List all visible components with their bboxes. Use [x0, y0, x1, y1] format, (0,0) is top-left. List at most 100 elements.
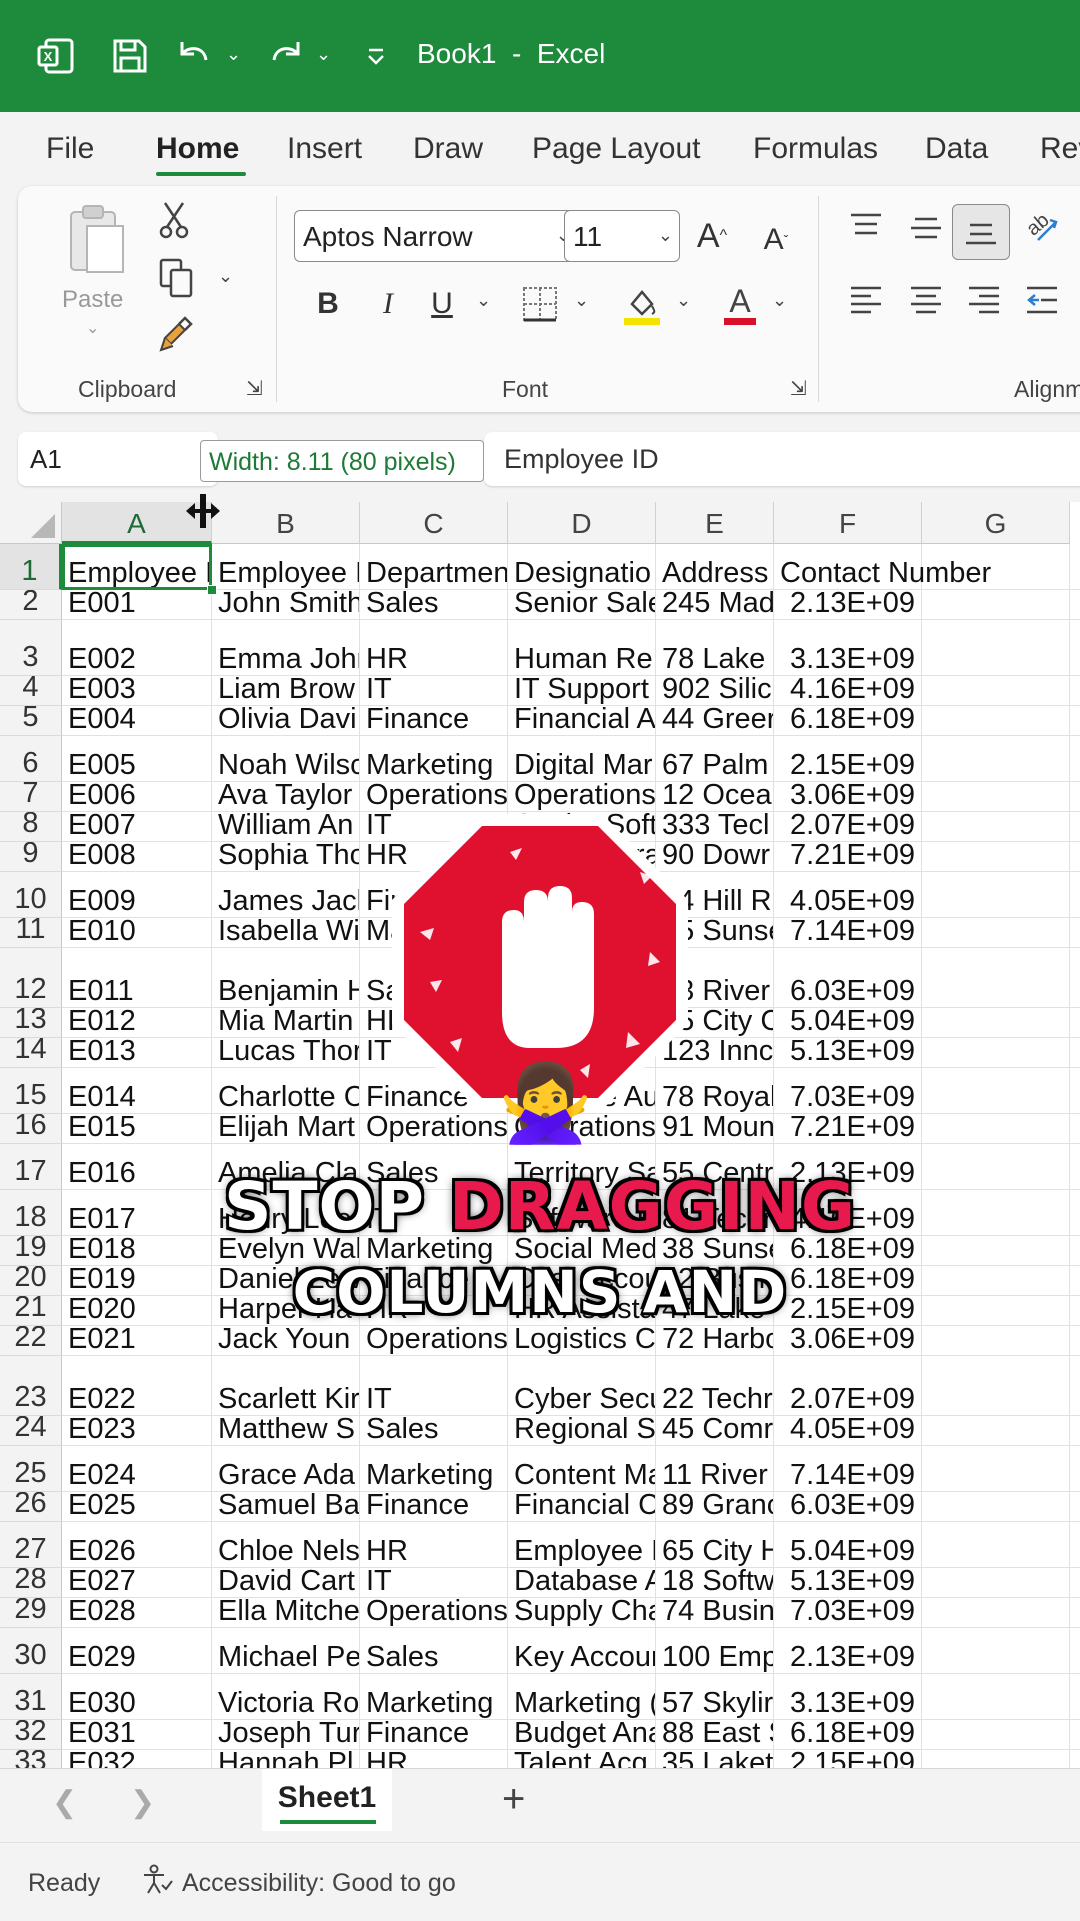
column-header-f[interactable]: F — [774, 502, 922, 544]
table-cell[interactable] — [922, 1114, 1070, 1143]
format-painter-icon[interactable] — [154, 312, 198, 356]
table-cell[interactable]: 2.15E+09 — [774, 1750, 922, 1768]
row-header[interactable]: 5 — [0, 706, 62, 736]
row-header[interactable]: 4 — [0, 676, 62, 706]
borders-icon[interactable] — [518, 282, 562, 326]
table-cell[interactable]: HR — [360, 620, 508, 675]
table-cell[interactable]: E013 — [62, 1038, 212, 1067]
table-cell[interactable]: 2.15E+09 — [774, 736, 922, 781]
table-cell[interactable]: E024 — [62, 1446, 212, 1491]
table-cell[interactable]: E025 — [62, 1492, 212, 1521]
table-cell[interactable]: Isabella Wi — [212, 918, 360, 947]
table-cell[interactable]: 6.03E+09 — [774, 1492, 922, 1521]
table-cell[interactable]: Finance — [360, 706, 508, 735]
table-cell[interactable]: E030 — [62, 1674, 212, 1719]
table-cell[interactable]: E010 — [62, 918, 212, 947]
table-cell[interactable]: Elijah Mart — [212, 1114, 360, 1143]
row-header[interactable]: 26 — [0, 1492, 62, 1522]
table-cell[interactable]: 22 Techr — [656, 1356, 774, 1415]
table-cell[interactable]: E009 — [62, 872, 212, 917]
column-header-c[interactable]: C — [360, 502, 508, 544]
row-header[interactable]: 2 — [0, 590, 62, 620]
table-cell[interactable]: Employee I — [508, 1522, 656, 1567]
table-cell[interactable] — [922, 1720, 1070, 1749]
top-align-icon[interactable] — [844, 206, 888, 246]
row-header[interactable]: 8 — [0, 812, 62, 842]
borders-dropdown-icon[interactable]: ⌄ — [574, 290, 589, 311]
table-cell[interactable] — [922, 812, 1070, 841]
table-cell[interactable]: John Smith — [212, 590, 360, 619]
table-cell[interactable] — [922, 782, 1070, 811]
table-cell[interactable]: Victoria Ro — [212, 1674, 360, 1719]
table-cell[interactable]: Emma Johr — [212, 620, 360, 675]
table-cell[interactable]: Financial A — [508, 706, 656, 735]
table-cell[interactable]: 2.07E+09 — [774, 812, 922, 841]
table-cell[interactable]: Samuel Ba — [212, 1492, 360, 1521]
tab-home[interactable]: Home — [156, 132, 239, 166]
table-cell[interactable] — [922, 706, 1070, 735]
table-cell[interactable]: 57 Skylir — [656, 1674, 774, 1719]
table-cell[interactable]: Operations — [360, 1326, 508, 1355]
table-cell[interactable]: 2.13E+09 — [774, 1628, 922, 1673]
header-cell[interactable]: Address — [656, 544, 774, 589]
table-cell[interactable]: 7.21E+09 — [774, 842, 922, 871]
table-cell[interactable]: E001 — [62, 590, 212, 619]
row-header[interactable]: 9 — [0, 842, 62, 872]
table-cell[interactable]: 245 Mad — [656, 590, 774, 619]
table-cell[interactable]: Operations — [360, 1114, 508, 1143]
table-cell[interactable]: Digital Mar — [508, 736, 656, 781]
row-header[interactable]: 7 — [0, 782, 62, 812]
table-cell[interactable]: E028 — [62, 1598, 212, 1627]
table-cell[interactable]: 3.13E+09 — [774, 1674, 922, 1719]
table-cell[interactable] — [922, 1750, 1070, 1768]
table-cell[interactable]: E022 — [62, 1356, 212, 1415]
table-cell[interactable]: Charlotte C — [212, 1068, 360, 1113]
row-header[interactable]: 14 — [0, 1038, 62, 1068]
row-header[interactable]: 16 — [0, 1114, 62, 1144]
table-cell[interactable]: 7.14E+09 — [774, 918, 922, 947]
table-cell[interactable]: 18 Softw — [656, 1568, 774, 1597]
table-cell[interactable]: Marketing — [360, 1674, 508, 1719]
undo-icon[interactable] — [172, 34, 216, 78]
font-name-combo[interactable]: Aptos Narrow ⌄ — [294, 210, 578, 262]
bottom-align-icon[interactable] — [952, 204, 1010, 260]
table-cell[interactable]: Finance — [360, 1492, 508, 1521]
row-header[interactable]: 11 — [0, 918, 62, 948]
row-header[interactable]: 10 — [0, 872, 62, 918]
font-size-combo[interactable]: 11 ⌄ — [564, 210, 680, 262]
table-cell[interactable] — [922, 918, 1070, 947]
header-cell[interactable]: Designatio — [508, 544, 656, 589]
paste-icon[interactable] — [62, 200, 132, 280]
header-cell[interactable]: Employee I — [62, 544, 212, 589]
table-cell[interactable]: E014 — [62, 1068, 212, 1113]
save-icon[interactable] — [108, 34, 152, 78]
fill-color-icon[interactable] — [620, 280, 664, 328]
tab-formulas[interactable]: Formulas — [753, 132, 878, 166]
table-cell[interactable]: 65 City H — [656, 1522, 774, 1567]
header-cell[interactable]: Employee I — [212, 544, 360, 589]
italic-icon[interactable]: I — [368, 282, 408, 326]
table-cell[interactable]: Ella Mitche — [212, 1598, 360, 1627]
table-cell[interactable]: Liam Brow — [212, 676, 360, 705]
tab-draw[interactable]: Draw — [413, 132, 483, 166]
table-cell[interactable]: 6.03E+09 — [774, 948, 922, 1007]
table-cell[interactable]: Database A — [508, 1568, 656, 1597]
table-cell[interactable] — [922, 1416, 1070, 1445]
table-cell[interactable]: Operations — [360, 1598, 508, 1627]
cut-icon[interactable] — [154, 200, 194, 240]
table-cell[interactable] — [922, 620, 1070, 675]
column-header-b[interactable]: B — [212, 502, 360, 544]
table-cell[interactable]: 5.13E+09 — [774, 1568, 922, 1597]
table-cell[interactable]: 5.04E+09 — [774, 1008, 922, 1037]
row-header[interactable]: 27 — [0, 1522, 62, 1568]
table-cell[interactable]: 3.06E+09 — [774, 1326, 922, 1355]
table-cell[interactable]: HR — [360, 1750, 508, 1768]
table-cell[interactable]: 4.16E+09 — [774, 676, 922, 705]
font-size-dropdown-icon[interactable]: ⌄ — [658, 225, 673, 246]
table-cell[interactable]: Olivia Davi — [212, 706, 360, 735]
table-cell[interactable]: 6.18E+09 — [774, 1720, 922, 1749]
table-cell[interactable] — [922, 1446, 1070, 1491]
tab-data[interactable]: Data — [925, 132, 988, 166]
table-cell[interactable]: Hannah Pl — [212, 1750, 360, 1768]
table-cell[interactable]: IT — [360, 1356, 508, 1415]
